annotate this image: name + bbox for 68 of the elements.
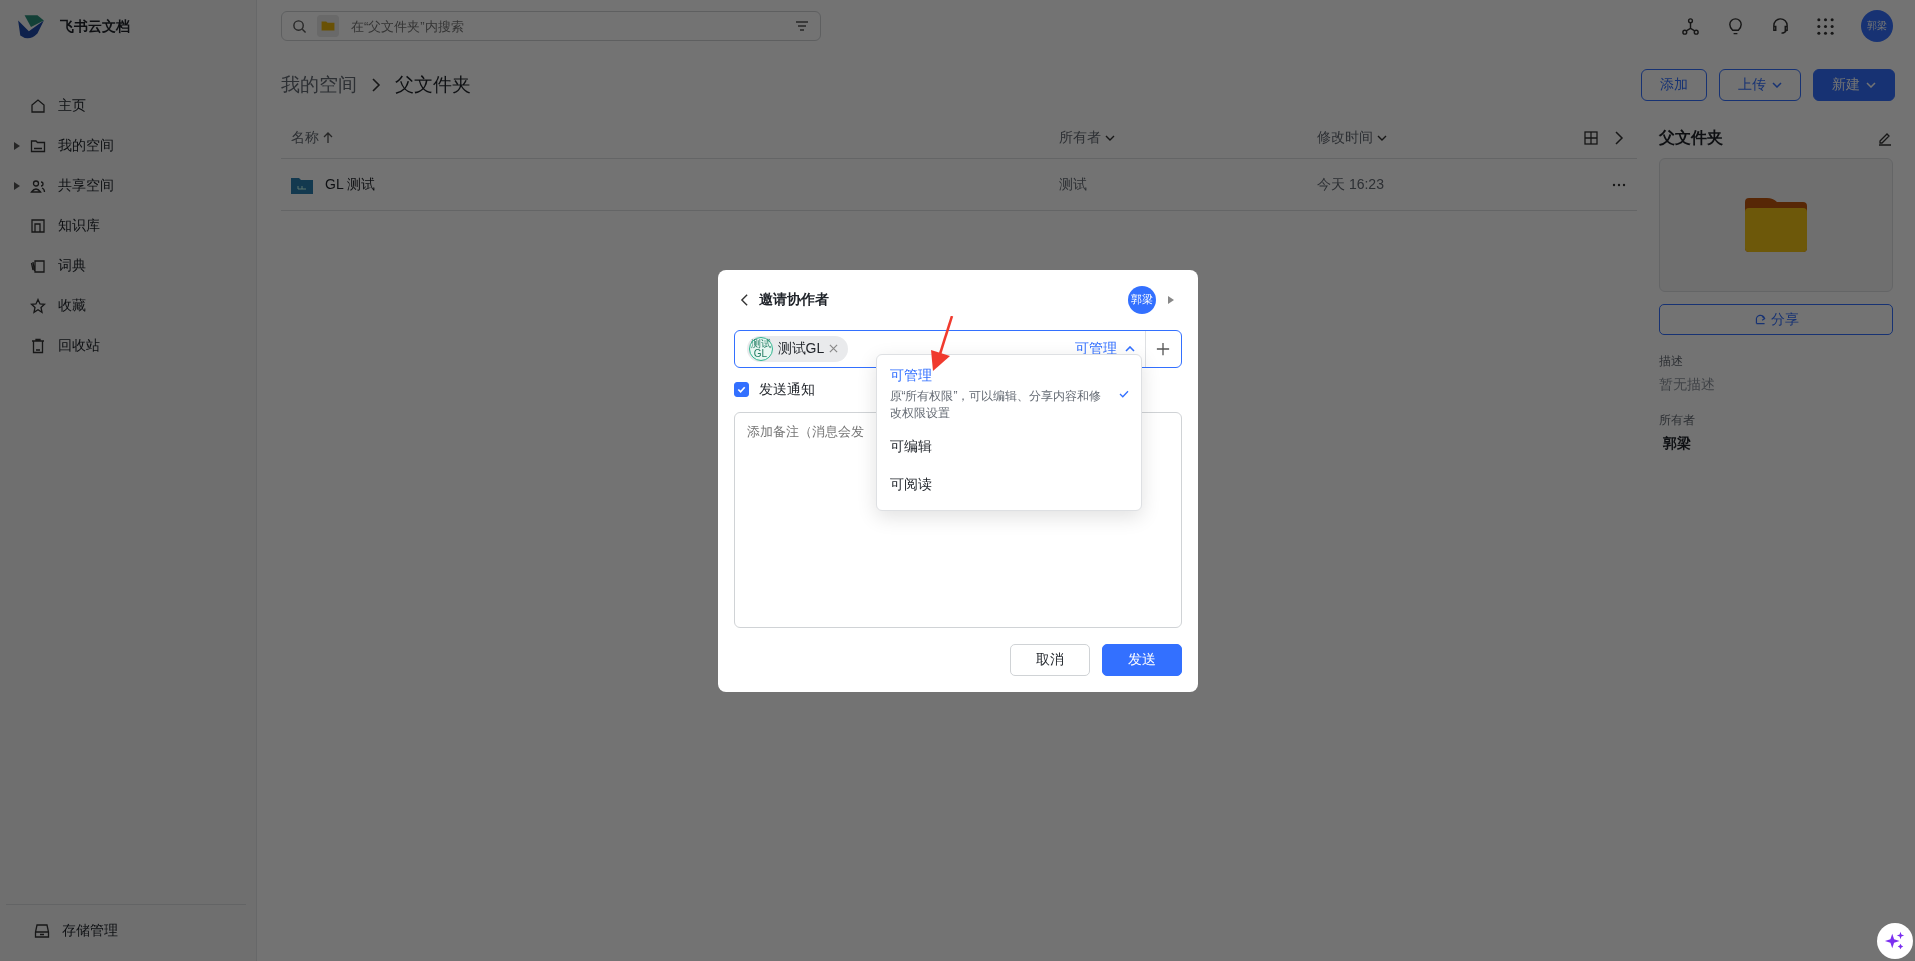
dialog-button[interactable]: 取消 bbox=[1009, 643, 1090, 676]
column-header[interactable]: 名称 bbox=[291, 129, 319, 147]
sort-arrow-icon[interactable] bbox=[323, 132, 333, 144]
share-button[interactable]: 分享 bbox=[1659, 304, 1893, 335]
sparkle-button[interactable] bbox=[1877, 923, 1913, 959]
column-header[interactable]: 修改时间 bbox=[1317, 129, 1373, 147]
chevron-down-icon[interactable] bbox=[1377, 135, 1387, 141]
search-icon bbox=[292, 18, 307, 34]
app-grid-icon[interactable] bbox=[1816, 16, 1835, 36]
toolbar-button[interactable]: 添加 bbox=[1641, 69, 1707, 101]
lightbulb-icon[interactable] bbox=[1726, 16, 1745, 36]
folder-icon bbox=[30, 138, 46, 154]
sidebar-item[interactable]: 回收站 bbox=[0, 326, 256, 366]
user-avatar[interactable]: 郭梁 bbox=[1127, 285, 1156, 314]
people-icon bbox=[30, 178, 46, 194]
dialog-button[interactable]: 发送 bbox=[1101, 643, 1182, 676]
trash-icon bbox=[30, 338, 46, 354]
home-icon bbox=[30, 98, 46, 114]
sidebar-item[interactable]: 知识库 bbox=[0, 206, 256, 246]
field-label: 所有者 bbox=[1659, 412, 1696, 429]
search-bar[interactable]: 在“父文件夹”内搜索 bbox=[281, 11, 821, 41]
chevron-down-icon[interactable] bbox=[1105, 135, 1115, 141]
chevron-down-icon bbox=[1866, 82, 1876, 88]
sidebar-item[interactable]: 我的空间 bbox=[0, 126, 256, 166]
sparkle-icon bbox=[1884, 930, 1906, 952]
menu-option[interactable]: 可编辑 bbox=[876, 427, 1141, 466]
folder-icon bbox=[1745, 198, 1807, 252]
column-header[interactable]: 所有者 bbox=[1059, 129, 1101, 147]
sidebar-item[interactable]: 收藏 bbox=[0, 286, 256, 326]
star-icon bbox=[30, 298, 46, 314]
breadcrumb-current: 父文件夹 bbox=[395, 73, 471, 97]
folder-icon bbox=[317, 15, 339, 37]
book-icon bbox=[30, 218, 46, 234]
dialog-title: 邀请协作者 bbox=[758, 290, 829, 309]
menu-option[interactable]: 可阅读 bbox=[876, 465, 1141, 504]
chevron-right-icon bbox=[371, 77, 381, 93]
storage-item[interactable]: 存储管理 bbox=[6, 911, 246, 951]
cards-icon bbox=[30, 258, 46, 274]
details-title: 父文件夹 bbox=[1659, 127, 1723, 148]
grid-view-icon[interactable] bbox=[1583, 130, 1599, 146]
shared-folder-icon bbox=[291, 175, 313, 194]
owner-name: 郭梁 bbox=[1662, 435, 1692, 453]
caret-icon[interactable] bbox=[14, 142, 20, 150]
breadcrumb-link[interactable]: 我的空间 bbox=[281, 72, 357, 98]
checkbox-label: 发送通知 bbox=[758, 380, 815, 399]
checkmark-icon bbox=[735, 384, 747, 395]
drive-icon bbox=[34, 923, 50, 939]
chevron-down-icon bbox=[1772, 82, 1782, 88]
search-field[interactable]: 在“父文件夹”内搜索 bbox=[349, 17, 784, 35]
toolbar-button[interactable]: 上传 bbox=[1719, 69, 1801, 101]
checkbox[interactable] bbox=[733, 382, 749, 397]
network-icon[interactable] bbox=[1681, 16, 1700, 36]
back-icon[interactable] bbox=[739, 292, 749, 307]
file-row[interactable]: GL 测试 测试 今天 16:23 bbox=[281, 159, 1637, 211]
share-icon bbox=[1753, 313, 1767, 326]
check-icon bbox=[1118, 390, 1129, 398]
sidebar-item[interactable]: 词典 bbox=[0, 246, 256, 286]
user-avatar[interactable]: 郭梁 bbox=[1861, 10, 1893, 42]
logo-icon bbox=[16, 14, 46, 40]
app-name: 飞书云文档 bbox=[60, 18, 130, 36]
caret-icon[interactable] bbox=[14, 182, 20, 190]
sidebar-item[interactable]: 主页 bbox=[0, 86, 256, 126]
caret-icon[interactable] bbox=[1167, 295, 1174, 304]
headset-icon[interactable] bbox=[1771, 16, 1790, 36]
sidebar-item[interactable]: 共享空间 bbox=[0, 166, 256, 206]
filter-icon[interactable] bbox=[794, 18, 810, 34]
field-label: 描述 bbox=[1659, 353, 1684, 370]
toolbar-button[interactable]: 新建 bbox=[1813, 69, 1895, 101]
